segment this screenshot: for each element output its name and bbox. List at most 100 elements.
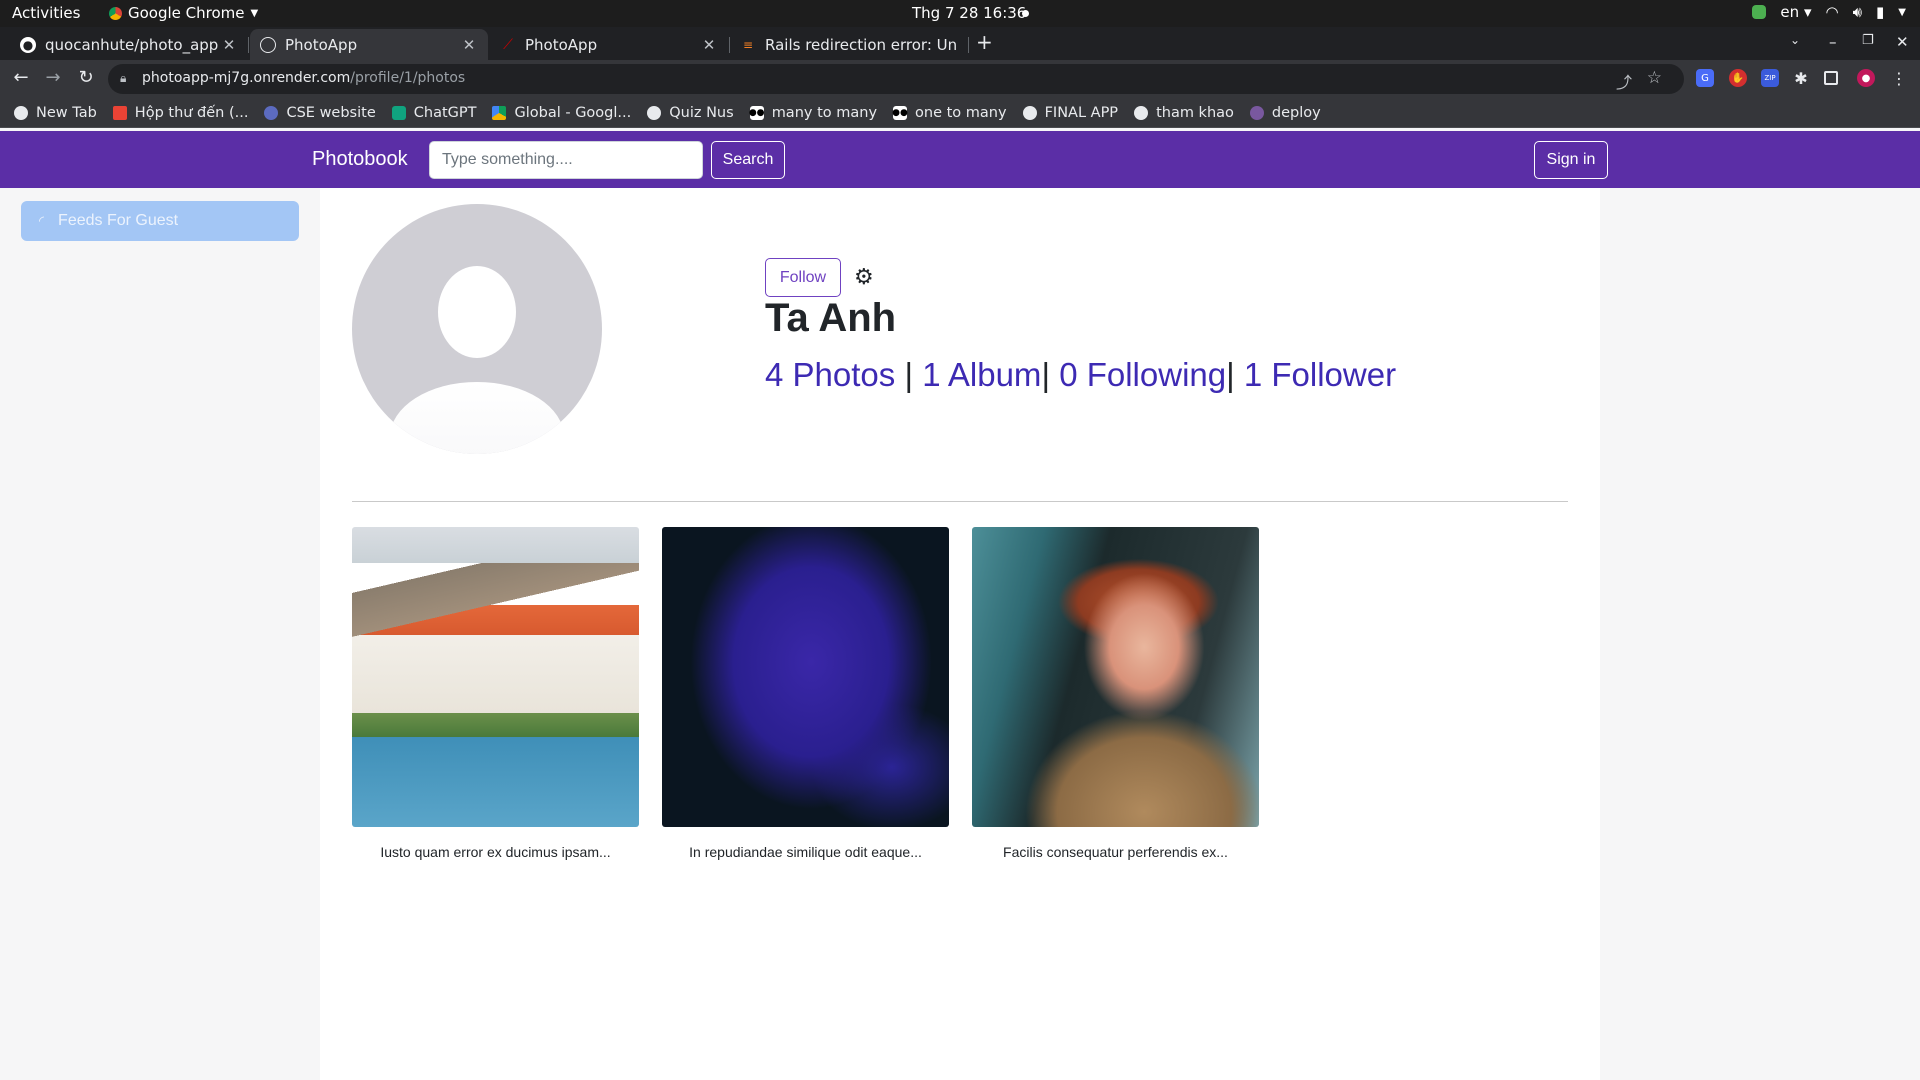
tab-title: Rails redirection error: Un bbox=[765, 35, 958, 54]
photo-caption: Iusto quam error ex ducimus ipsam... bbox=[380, 844, 611, 860]
system-top-bar: Activities Google Chrome ▼ Thg 7 28 16:3… bbox=[0, 0, 1920, 27]
albums-count-link[interactable]: 1 Album bbox=[922, 356, 1041, 393]
globe-icon bbox=[14, 105, 28, 120]
search-input[interactable] bbox=[429, 141, 703, 179]
tab-title: PhotoApp bbox=[525, 35, 598, 54]
photo-card[interactable]: In repudiandae similique odit eaque... bbox=[662, 527, 949, 860]
bookmark-quiz-nus[interactable]: Quiz Nus bbox=[647, 105, 734, 121]
bookmark-chatgpt[interactable]: ChatGPT bbox=[391, 105, 476, 121]
avatar bbox=[352, 204, 602, 454]
sign-in-button[interactable]: Sign in bbox=[1534, 141, 1608, 179]
globe-icon bbox=[1022, 105, 1037, 120]
tab-search-icon[interactable]: ⌄ bbox=[1790, 33, 1800, 47]
minimize-icon[interactable]: – bbox=[1829, 33, 1837, 51]
rails-icon: ⟋ bbox=[503, 36, 513, 53]
rss-icon: ◜ bbox=[39, 213, 45, 228]
sidebar-item-label: Feeds For Guest bbox=[58, 212, 179, 229]
photo-caption: In repudiandae similique odit eaque... bbox=[689, 844, 922, 860]
photo-thumbnail[interactable] bbox=[662, 527, 949, 827]
bookmark-tham-khao[interactable]: tham khao bbox=[1134, 105, 1234, 121]
bookmark-one-to-many[interactable]: ●● one to many bbox=[892, 105, 1006, 121]
photo-thumbnail[interactable] bbox=[352, 527, 639, 827]
back-icon[interactable]: ← bbox=[9, 67, 33, 88]
bookmark-gmail[interactable]: Hộp thư đến (... bbox=[112, 105, 248, 121]
globe-icon bbox=[260, 36, 276, 53]
adblock-extension-icon[interactable]: ✋ bbox=[1729, 69, 1747, 87]
chatgpt-icon bbox=[391, 105, 406, 120]
search-button[interactable]: Search bbox=[711, 141, 785, 179]
chevron-down-icon[interactable]: ▼ bbox=[1898, 7, 1906, 18]
gmail-icon bbox=[112, 105, 127, 120]
tab-github[interactable]: ● quocanhute/photo_app ✕ bbox=[10, 29, 248, 60]
reload-icon[interactable]: ↻ bbox=[74, 67, 98, 88]
bookmark-deploy[interactable]: deploy bbox=[1249, 105, 1321, 121]
stats-separator: | bbox=[1041, 356, 1060, 393]
tab-photoapp-active[interactable]: PhotoApp ✕ bbox=[250, 29, 488, 60]
followers-count-link[interactable]: 1 Follower bbox=[1244, 356, 1396, 393]
medium-icon: ●● bbox=[892, 105, 908, 120]
profile-avatar[interactable]: ● bbox=[1857, 69, 1875, 87]
photo-card[interactable]: Iusto quam error ex ducimus ipsam... bbox=[352, 527, 639, 860]
bookmark-many-to-many[interactable]: ●● many to many bbox=[748, 105, 877, 121]
tab-photoapp[interactable]: ⟋ PhotoApp ✕ bbox=[490, 29, 728, 60]
globe-icon bbox=[647, 105, 662, 120]
bookmark-new-tab[interactable]: New Tab bbox=[14, 105, 97, 121]
shield-icon[interactable] bbox=[1752, 5, 1767, 19]
tab-title: PhotoApp bbox=[285, 35, 358, 54]
language-indicator[interactable]: en ▾ bbox=[1780, 3, 1811, 21]
stats-separator: | bbox=[1226, 356, 1244, 393]
gear-icon[interactable]: ⚙ bbox=[854, 265, 874, 290]
profile-main: Follow ⚙ Ta Anh 4 Photos | 1 Album| 0 Fo… bbox=[320, 188, 1600, 1080]
bookmark-star-icon[interactable]: ☆ bbox=[1647, 68, 1662, 88]
battery-icon[interactable]: ▮ bbox=[1876, 3, 1884, 21]
more-icon[interactable]: ⋮ bbox=[1890, 69, 1908, 88]
photos-count-link[interactable]: 4 Photos bbox=[765, 356, 895, 393]
system-tray[interactable]: en ▾ ◠ 🔊︎ ▮ ▼ bbox=[1752, 3, 1906, 21]
sidebar-item-feeds-for-guest[interactable]: ◜ Feeds For Guest bbox=[21, 201, 299, 241]
bookmarks-bar: New Tab Hộp thư đến (... CSE website Cha… bbox=[0, 98, 1920, 128]
zip-extension-icon[interactable]: ZIP bbox=[1761, 69, 1779, 87]
activities-button[interactable]: Activities bbox=[12, 4, 80, 22]
window-close-icon[interactable]: ✕ bbox=[1896, 33, 1909, 51]
notification-dot bbox=[1022, 10, 1029, 17]
github-icon: ● bbox=[20, 36, 36, 53]
app-name: Google Chrome bbox=[128, 4, 245, 22]
url-text[interactable]: photoapp-mj7g.onrender.com/profile/1/pho… bbox=[142, 70, 465, 86]
bookmark-google-drive[interactable]: Global - Googl... bbox=[492, 105, 631, 121]
address-bar[interactable]: 🔒︎ photoapp-mj7g.onrender.com/profile/1/… bbox=[108, 64, 1684, 94]
tab-stackoverflow[interactable]: ≡ Rails redirection error: Un bbox=[730, 29, 968, 60]
follow-button[interactable]: Follow bbox=[765, 258, 841, 297]
medium-icon: ●● bbox=[748, 105, 765, 120]
lock-icon[interactable]: 🔒︎ bbox=[120, 71, 126, 86]
stats-separator: | bbox=[904, 356, 923, 393]
photo-thumbnail[interactable] bbox=[972, 527, 1259, 827]
volume-icon[interactable]: 🔊︎ bbox=[1853, 3, 1862, 21]
github-icon bbox=[1134, 105, 1149, 120]
profile-name: Ta Anh bbox=[765, 296, 897, 340]
drive-icon bbox=[492, 105, 507, 120]
clock[interactable]: Thg 7 28 16:36 bbox=[912, 4, 1026, 22]
side-panel-icon[interactable] bbox=[1824, 71, 1838, 85]
translate-extension-icon[interactable]: G bbox=[1696, 69, 1714, 87]
app-navbar: Photobook Search Sign in bbox=[0, 131, 1920, 188]
close-icon[interactable]: ✕ bbox=[700, 36, 718, 54]
close-icon[interactable]: ✕ bbox=[220, 36, 238, 54]
following-count-link[interactable]: 0 Following bbox=[1059, 356, 1226, 393]
photo-card[interactable]: Facilis consequatur perferendis ex... bbox=[972, 527, 1259, 860]
new-tab-button[interactable]: + bbox=[976, 30, 993, 54]
restore-icon[interactable]: ❐ bbox=[1862, 33, 1874, 48]
heroku-icon bbox=[1249, 105, 1264, 120]
close-icon[interactable]: ✕ bbox=[460, 36, 478, 54]
wifi-icon[interactable]: ◠ bbox=[1825, 3, 1838, 21]
bookmark-final-app[interactable]: FINAL APP bbox=[1022, 105, 1118, 121]
share-icon[interactable]: ⤴ bbox=[1616, 69, 1632, 93]
puzzle-icon[interactable]: ✱ bbox=[1792, 69, 1810, 88]
caret-down-icon: ▼ bbox=[250, 7, 259, 19]
brand-logo[interactable]: Photobook bbox=[312, 148, 408, 171]
divider bbox=[352, 501, 1568, 502]
app-menu[interactable]: Google Chrome ▼ bbox=[109, 4, 258, 22]
forward-icon[interactable]: → bbox=[41, 67, 65, 88]
chrome-icon bbox=[109, 6, 122, 20]
bookmark-cse-website[interactable]: CSE website bbox=[264, 105, 376, 121]
browser-toolbar: ← → ↻ 🔒︎ photoapp-mj7g.onrender.com/prof… bbox=[0, 60, 1920, 98]
